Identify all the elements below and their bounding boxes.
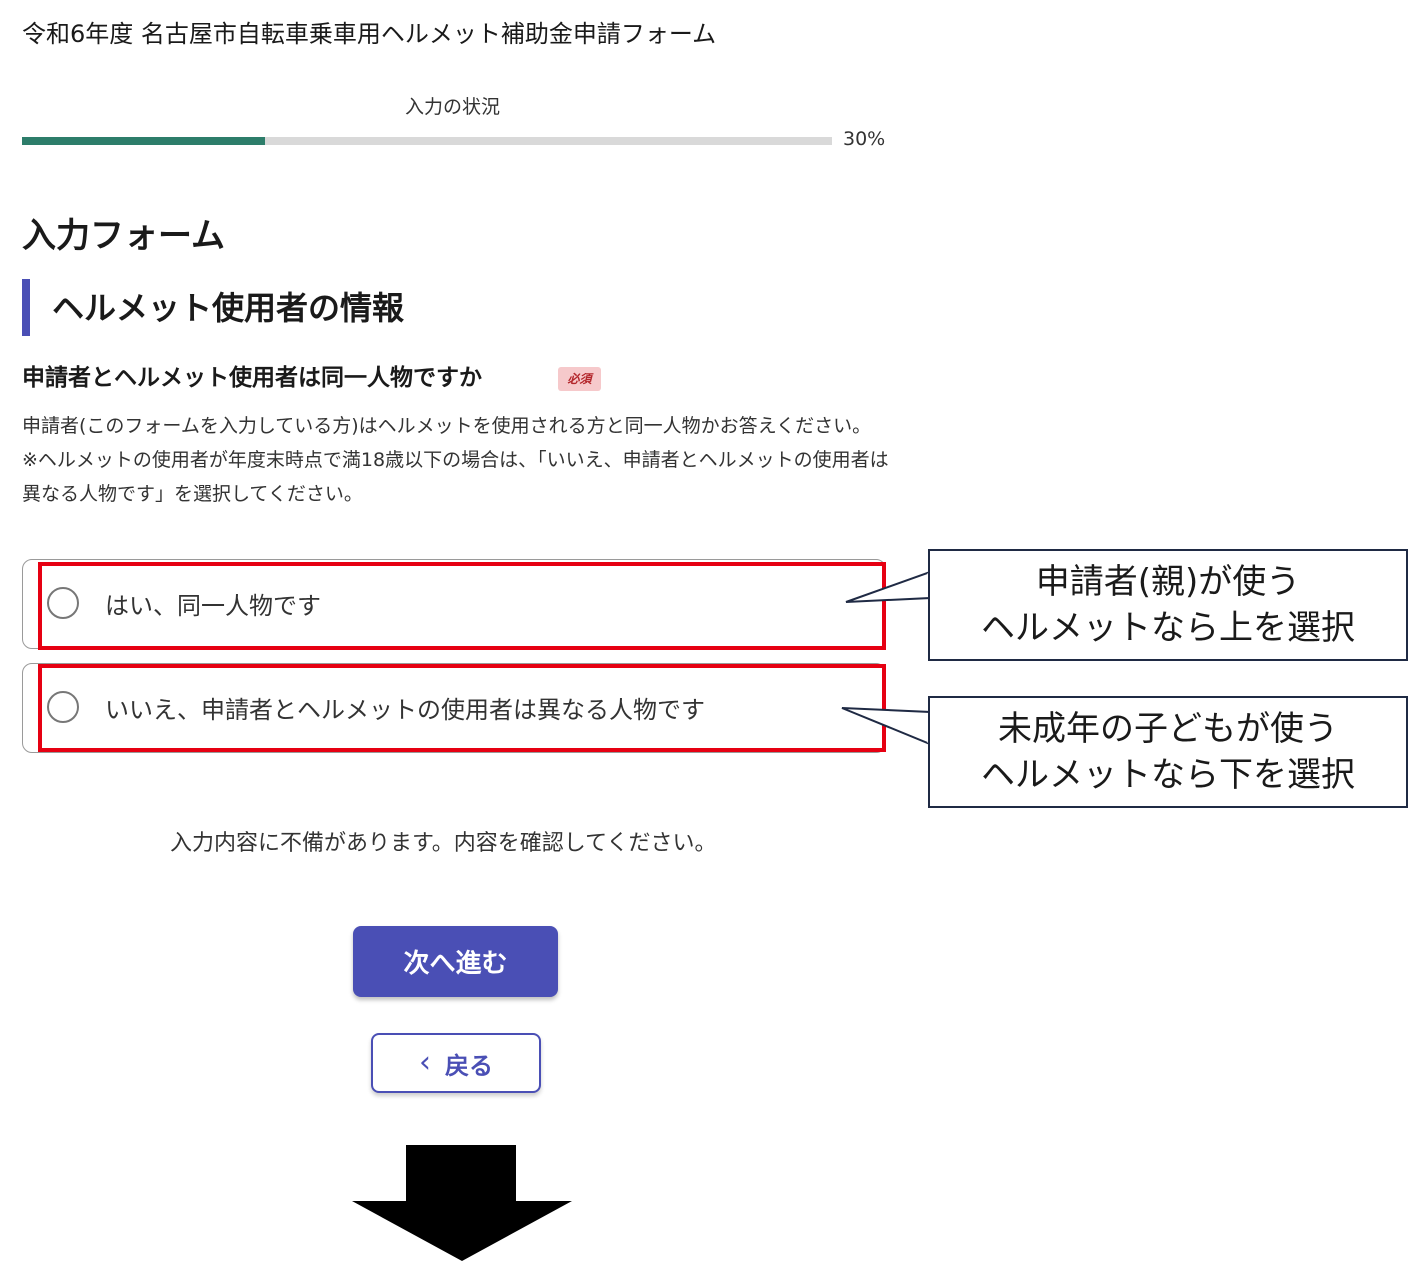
question-description: 申請者(このフォームを入力している方)はヘルメットを使用される方と同一人物かお答… <box>22 409 892 511</box>
radio-button[interactable] <box>47 691 79 723</box>
section-heading: ヘルメット使用者の情報 <box>52 289 405 327</box>
down-arrow-icon <box>352 1145 572 1261</box>
question-description-line-1: 申請者(このフォームを入力している方)はヘルメットを使用される方と同一人物かお答… <box>22 415 872 437</box>
radio-option-label: はい、同一人物です <box>105 592 321 620</box>
required-badge: 必須 <box>558 367 601 391</box>
callout-upper-line-2: ヘルメットなら上を選択 <box>981 608 1355 648</box>
radio-button[interactable] <box>47 587 79 619</box>
callout-lower-line-1: 未成年の子どもが使う <box>998 709 1338 749</box>
progress-label: 入力の状況 <box>405 96 501 118</box>
callout-upper-line-1: 申請者(親)が使う <box>1035 562 1301 602</box>
page-heading: 入力フォーム <box>22 216 225 256</box>
callout-upper: 申請者(親)が使う ヘルメットなら上を選択 <box>928 549 1408 661</box>
back-button-label: 戻る <box>445 1051 493 1080</box>
error-message: 入力内容に不備があります。内容を確認してください。 <box>170 831 717 856</box>
question-description-line-2: ※ヘルメットの使用者が年度末時点で満18歳以下の場合は、「いいえ、申請者とヘルメ… <box>22 449 889 505</box>
back-button[interactable]: ‹ 戻る <box>371 1033 541 1093</box>
progress-bar-fill <box>22 137 265 145</box>
radio-option-same-person[interactable]: はい、同一人物です <box>22 559 886 649</box>
progress-bar <box>22 137 832 145</box>
form-title: 令和6年度 名古屋市自転車乗車用ヘルメット補助金申請フォーム <box>22 20 717 48</box>
chevron-left-icon: ‹ <box>419 1045 431 1080</box>
callout-lower: 未成年の子どもが使う ヘルメットなら下を選択 <box>928 696 1408 808</box>
next-button[interactable]: 次へ進む <box>353 926 558 997</box>
progress-percent: 30% <box>843 128 886 150</box>
radio-option-label: いいえ、申請者とヘルメットの使用者は異なる人物です <box>105 696 705 724</box>
callout-lower-line-2: ヘルメットなら下を選択 <box>981 755 1355 795</box>
question-label: 申請者とヘルメット使用者は同一人物ですか <box>22 365 482 391</box>
radio-option-different-person[interactable]: いいえ、申請者とヘルメットの使用者は異なる人物です <box>22 663 886 753</box>
section-accent-bar <box>22 279 30 336</box>
